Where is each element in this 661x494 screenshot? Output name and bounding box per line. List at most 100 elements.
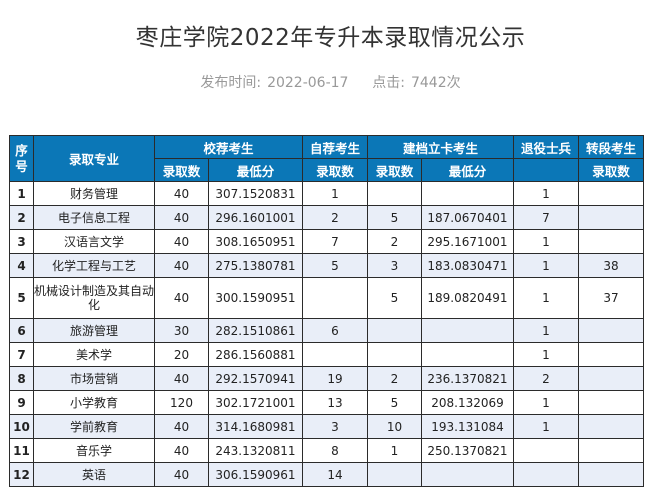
- cell-card-min: 189.0820491: [421, 277, 514, 319]
- header-transfer-group: 转段考生: [578, 135, 644, 159]
- cell-school-admitted: 40: [154, 181, 209, 206]
- header-card-min: 最低分: [421, 158, 514, 182]
- cell-school-admitted: 40: [154, 414, 209, 439]
- cell-transfer-admitted: [578, 438, 644, 463]
- header-veteran-admitted: [513, 158, 579, 182]
- cell-card-min: 250.1370821: [421, 438, 514, 463]
- cell-card-admitted: [367, 462, 422, 487]
- cell-school-admitted: 120: [154, 390, 209, 415]
- cell-self-admitted: [302, 342, 368, 367]
- cell-card-admitted: [367, 318, 422, 343]
- clicks-label: 点击:: [372, 75, 405, 91]
- cell-school-admitted: 40: [154, 462, 209, 487]
- cell-self-admitted: 5: [302, 253, 368, 278]
- cell-school-admitted: 40: [154, 253, 209, 278]
- cell-card-min: 183.0830471: [421, 253, 514, 278]
- cell-school-admitted: 40: [154, 229, 209, 254]
- cell-self-admitted: 7: [302, 229, 368, 254]
- cell-self-admitted: 2: [302, 205, 368, 230]
- cell-school-admitted: 20: [154, 342, 209, 367]
- cell-card-admitted: 2: [367, 229, 422, 254]
- cell-card-min: 295.1671001: [421, 229, 514, 254]
- cell-self-admitted: 3: [302, 414, 368, 439]
- cell-transfer-admitted: [578, 318, 644, 343]
- cell-veteran-admitted: 1: [513, 277, 579, 319]
- cell-transfer-admitted: [578, 390, 644, 415]
- cell-self-admitted: 8: [302, 438, 368, 463]
- cell-transfer-admitted: 38: [578, 253, 644, 278]
- cell-school-min: 275.1380781: [208, 253, 303, 278]
- cell-major: 电子信息工程: [33, 205, 155, 230]
- cell-major: 英语: [33, 462, 155, 487]
- cell-veteran-admitted: 1: [513, 181, 579, 206]
- cell-index: 9: [9, 390, 34, 415]
- cell-index: 1: [9, 181, 34, 206]
- header-card-group: 建档立卡考生: [367, 135, 514, 159]
- cell-veteran-admitted: 1: [513, 342, 579, 367]
- cell-card-admitted: 5: [367, 205, 422, 230]
- header-self-admitted: 录取数: [302, 158, 368, 182]
- cell-index: 7: [9, 342, 34, 367]
- cell-card-admitted: 1: [367, 438, 422, 463]
- cell-school-admitted: 40: [154, 277, 209, 319]
- cell-school-min: 308.1650951: [208, 229, 303, 254]
- cell-major: 化学工程与工艺: [33, 253, 155, 278]
- cell-card-admitted: [367, 342, 422, 367]
- cell-school-min: 314.1680981: [208, 414, 303, 439]
- publish-date: 2022-06-17: [267, 75, 349, 91]
- clicks-value: 7442次: [410, 75, 461, 91]
- cell-major: 小学教育: [33, 390, 155, 415]
- cell-card-min: 236.1370821: [421, 366, 514, 391]
- cell-school-min: 292.1570941: [208, 366, 303, 391]
- cell-card-min: 187.0670401: [421, 205, 514, 230]
- table-row: 8 市场营销 40 292.1570941 19 2 236.1370821 2: [9, 366, 644, 391]
- cell-veteran-admitted: 1: [513, 253, 579, 278]
- cell-school-min: 296.1601001: [208, 205, 303, 230]
- cell-transfer-admitted: [578, 205, 644, 230]
- cell-veteran-admitted: [513, 438, 579, 463]
- article-meta: 发布时间: 2022-06-17 点击: 7442次: [0, 72, 661, 92]
- cell-index: 3: [9, 229, 34, 254]
- cell-self-admitted: 19: [302, 366, 368, 391]
- cell-self-admitted: [302, 277, 368, 319]
- cell-school-admitted: 30: [154, 318, 209, 343]
- cell-self-admitted: 6: [302, 318, 368, 343]
- cell-card-admitted: [367, 181, 422, 206]
- cell-veteran-admitted: 7: [513, 205, 579, 230]
- cell-card-admitted: 5: [367, 390, 422, 415]
- cell-major: 美术学: [33, 342, 155, 367]
- cell-index: 10: [9, 414, 34, 439]
- cell-card-admitted: 10: [367, 414, 422, 439]
- cell-major: 市场营销: [33, 366, 155, 391]
- table-row: 3 汉语言文学 40 308.1650951 7 2 295.1671001 1: [9, 229, 644, 254]
- cell-major: 学前教育: [33, 414, 155, 439]
- header-school-admitted: 录取数: [154, 158, 209, 182]
- cell-transfer-admitted: [578, 462, 644, 487]
- cell-veteran-admitted: 1: [513, 390, 579, 415]
- header-card-admitted: 录取数: [367, 158, 422, 182]
- cell-index: 11: [9, 438, 34, 463]
- header-transfer-admitted: 录取数: [578, 158, 644, 182]
- cell-veteran-admitted: 2: [513, 366, 579, 391]
- cell-veteran-admitted: [513, 462, 579, 487]
- cell-transfer-admitted: [578, 366, 644, 391]
- table-row: 12 英语 40 306.1590961 14: [9, 462, 644, 487]
- cell-school-min: 306.1590961: [208, 462, 303, 487]
- publish-label: 发布时间:: [200, 75, 262, 91]
- cell-transfer-admitted: [578, 229, 644, 254]
- cell-card-min: [421, 342, 514, 367]
- header-veteran-group: 退役士兵: [513, 135, 579, 159]
- cell-card-admitted: 5: [367, 277, 422, 319]
- cell-school-min: 243.1320811: [208, 438, 303, 463]
- page-title: 枣庄学院2022年专升本录取情况公示: [135, 25, 526, 51]
- header-school-min: 最低分: [208, 158, 303, 182]
- cell-card-min: [421, 181, 514, 206]
- table-row: 11 音乐学 40 243.1320811 8 1 250.1370821: [9, 438, 644, 463]
- cell-major: 汉语言文学: [33, 229, 155, 254]
- cell-transfer-admitted: [578, 181, 644, 206]
- cell-index: 8: [9, 366, 34, 391]
- header-school-group: 校荐考生: [154, 135, 303, 159]
- cell-major: 音乐学: [33, 438, 155, 463]
- cell-card-min: 193.131084: [421, 414, 514, 439]
- table-row: 6 旅游管理 30 282.1510861 6 1: [9, 318, 644, 343]
